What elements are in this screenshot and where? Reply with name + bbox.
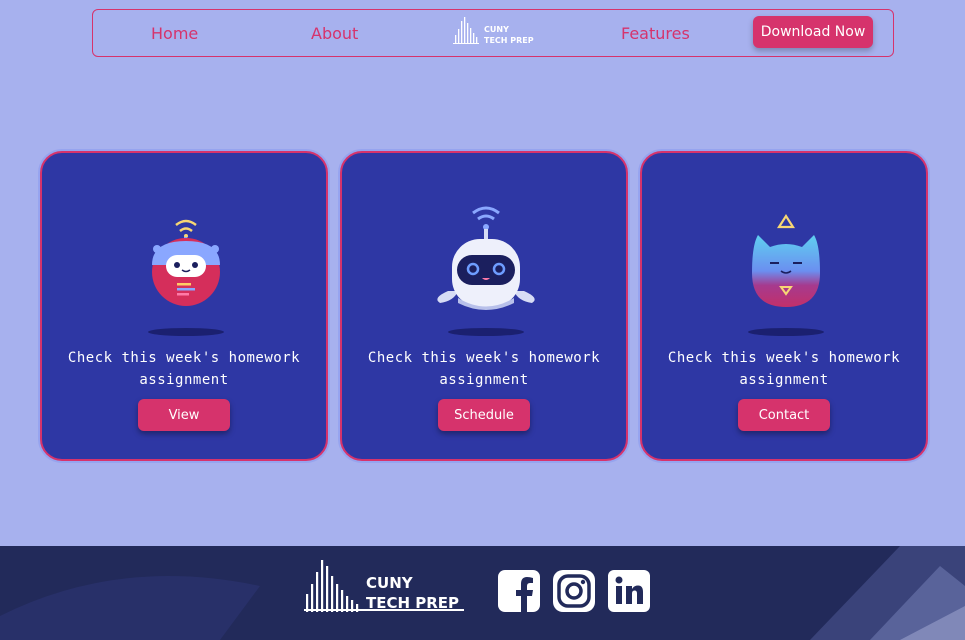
svg-text:TECH PREP: TECH PREP — [366, 594, 459, 612]
facebook-icon[interactable] — [498, 570, 540, 612]
svg-text:TECH PREP: TECH PREP — [484, 36, 534, 45]
card-text-line2: assignment — [439, 372, 529, 388]
nav-features-link[interactable]: Features — [621, 24, 690, 43]
cuny-tech-prep-footer-logo[interactable]: CUNY TECH PREP — [304, 556, 466, 614]
card-text: Check this week's homework assignment — [52, 347, 316, 391]
cuny-tech-prep-logo[interactable]: CUNY TECH PREP — [453, 15, 535, 45]
robot-white-icon — [437, 206, 535, 336]
card-schedule: Check this week's homework assignment Sc… — [340, 151, 628, 461]
contact-button[interactable]: Contact — [738, 399, 830, 431]
view-button[interactable]: View — [138, 399, 230, 431]
card-contact: Check this week's homework assignment Co… — [640, 151, 928, 461]
svg-text:CUNY: CUNY — [366, 574, 414, 592]
robot-red-icon — [148, 219, 224, 336]
svg-text:CUNY: CUNY — [484, 25, 509, 34]
schedule-button[interactable]: Schedule — [438, 399, 530, 431]
card-text-line1: Check this week's homework — [667, 350, 901, 366]
card-text-line2: assignment — [739, 372, 829, 388]
card-text: Check this week's homework assignment — [652, 347, 916, 391]
card-text-line1: Check this week's homework — [367, 350, 601, 366]
nav-home-link[interactable]: Home — [151, 24, 198, 43]
linkedin-icon[interactable] — [608, 570, 650, 612]
card-text-line1: Check this week's homework — [67, 350, 301, 366]
footer: CUNY TECH PREP — [0, 546, 965, 640]
download-now-button[interactable]: Download Now — [753, 16, 873, 48]
nav-about-link[interactable]: About — [311, 24, 358, 43]
card-text-line2: assignment — [139, 372, 229, 388]
footer-background-shapes — [0, 546, 965, 640]
card-text: Check this week's homework assignment — [352, 347, 616, 391]
instagram-icon[interactable] — [553, 570, 595, 612]
card-view: Check this week's homework assignment Vi… — [40, 151, 328, 461]
robot-cat-icon — [748, 213, 824, 336]
top-nav: Home About CUNY TECH PREP Features Downl… — [92, 9, 894, 57]
